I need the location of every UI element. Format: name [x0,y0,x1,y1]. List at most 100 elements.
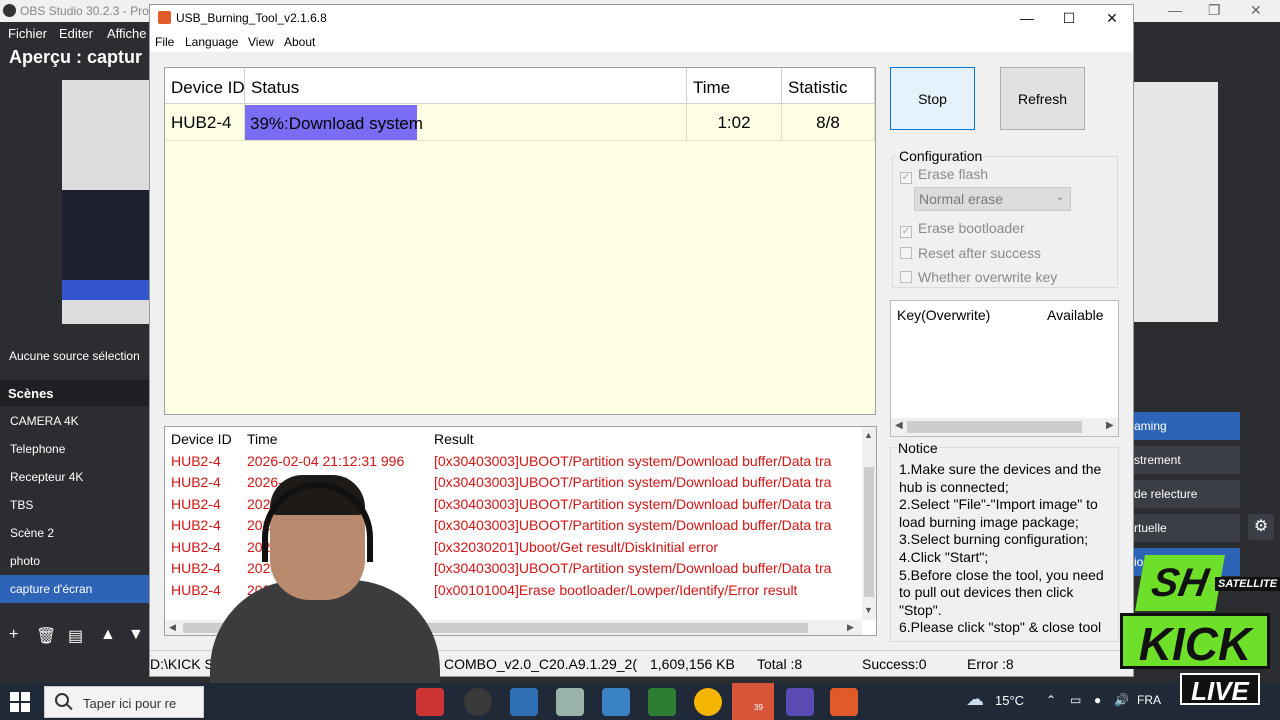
obs-taskbar-icon[interactable] [464,688,492,716]
taskbar: Taper ici pour re 39 ☁ 15°C ⌃ ▭ ● 🔊 FRA [0,683,1280,720]
obs-preview-label: Aperçu : captur [9,47,143,67]
obs-streaming-label: aming [1134,419,1167,433]
col-status[interactable]: Status [245,68,687,104]
erase-flash-checkbox[interactable]: ✓ [900,172,912,184]
filter-icon[interactable]: ▤ [68,626,83,646]
usb-burning-tool-taskbar-icon[interactable] [830,688,858,716]
scene-item[interactable]: Telephone [0,435,150,463]
weather-icon[interactable]: ☁ [966,689,984,710]
scene-item[interactable]: Recepteur 4K [0,463,150,491]
taskbar-app-icon[interactable] [416,688,444,716]
col-device-id[interactable]: Device ID [165,68,245,104]
scroll-down-icon[interactable]: ▼ [864,605,873,615]
status-text: 39%:Download system [250,114,423,133]
stop-button[interactable]: Stop [890,67,975,130]
move-down-icon[interactable]: ▼ [128,626,144,644]
image-name: COMBO_v2.0_C20.A9.1.29_2( [444,656,637,672]
microphone-icon[interactable]: ● [1094,693,1101,707]
add-icon[interactable]: + [9,626,18,644]
scroll-left-icon[interactable]: ◀ [169,622,176,633]
scene-item[interactable]: TBS [0,491,150,519]
taskbar-search[interactable]: Taper ici pour re [44,686,204,718]
scene-item-selected[interactable]: capture d'écran [0,575,150,603]
gear-icon[interactable]: ⚙ [1248,514,1274,540]
obs-scene-tools: + 🗑 ▤ ▲ ▼ [0,622,150,650]
total-count: Total :8 [757,656,803,672]
key-table[interactable]: Key(Overwrite) Available ◀ ▶ [890,300,1119,437]
notice-line: 6.Please click "stop" & close tool [899,619,1102,636]
windows-start-icon[interactable] [10,692,30,712]
obs-replay-label: de relecture [1134,487,1198,501]
maximize-icon[interactable]: ☐ [1047,7,1091,29]
scrollbar-thumb[interactable] [864,467,874,597]
reset-after-success-option[interactable]: Reset after success [900,245,1041,261]
chrome-icon[interactable] [694,688,722,716]
chevron-down-icon: ⌄ [1055,192,1064,203]
obs-virtualcam-button[interactable]: rtuelle [1134,514,1240,542]
log-vscrollbar[interactable]: ▲ ▼ [862,427,876,620]
overwrite-key-option[interactable]: Whether overwrite key [900,269,1057,285]
device-list[interactable]: Device ID Status Time Statistic HUB2-4 1… [164,67,876,415]
obs-streaming-button[interactable]: aming [1134,412,1240,440]
col-statistic[interactable]: Statistic [782,68,875,104]
erase-mode-select[interactable]: Normal erase ⌄ [914,187,1071,211]
move-up-icon[interactable]: ▲ [100,626,116,644]
obs-preview-thumbnail [62,80,152,324]
taskbar-app-icon[interactable] [786,688,814,716]
log-row[interactable]: HUB2-4 2026-02-04 21:12:31 996 [0x304030… [165,450,865,471]
telegram-icon[interactable]: 39 [732,683,774,720]
overwrite-key-checkbox[interactable] [900,271,912,283]
scrollbar-thumb[interactable] [907,421,1082,433]
search-placeholder: Taper ici pour re [83,696,177,711]
close-icon[interactable]: ✕ [1090,7,1134,29]
scene-item[interactable]: photo [0,547,150,575]
col-key[interactable]: Key(Overwrite) [891,301,990,327]
trash-icon[interactable]: 🗑 [36,626,56,646]
calculator-icon[interactable] [602,688,630,716]
scene-item[interactable]: CAMERA 4K [0,407,150,435]
obs-menu-file[interactable]: Fichier [8,26,47,41]
menu-file[interactable]: File [155,35,174,49]
obs-replay-button[interactable]: de relecture [1134,480,1240,508]
scroll-right-icon[interactable]: ▶ [847,622,854,633]
log-col-time[interactable]: Time [247,431,278,447]
scene-item[interactable]: Scène 2 [0,519,150,547]
key-table-hscrollbar[interactable]: ◀ ▶ [891,418,1118,436]
obs-maximize-icon[interactable]: ❐ [1208,2,1221,19]
scroll-left-icon[interactable]: ◀ [895,420,903,431]
erase-flash-option[interactable]: ✓ Erase flash [900,166,988,184]
taskbar-app-icon[interactable] [556,688,584,716]
log-device-id: HUB2-4 [171,453,221,469]
col-time[interactable]: Time [687,68,782,104]
erase-bootloader-option[interactable]: ✓ Erase bootloader [900,220,1025,238]
obs-app-icon [3,4,16,17]
scroll-right-icon[interactable]: ▶ [1106,420,1114,431]
erase-bootloader-checkbox[interactable]: ✓ [900,226,912,238]
network-icon[interactable]: ▭ [1070,693,1081,707]
log-col-device-id[interactable]: Device ID [171,431,232,447]
log-result: [0x32030201]Uboot/Get result/DiskInitial… [434,539,719,555]
scroll-up-icon[interactable]: ▲ [864,430,873,440]
refresh-button[interactable]: Refresh [1000,67,1085,130]
chevron-up-icon[interactable]: ⌃ [1046,693,1056,707]
menu-about[interactable]: About [284,35,315,49]
taskbar-app-icon[interactable] [648,688,676,716]
obs-menu-view[interactable]: Affiche [107,26,147,41]
notice-title: Notice [897,440,939,456]
weather-temp[interactable]: 15°C [995,693,1024,708]
obs-recording-button[interactable]: strement [1134,446,1240,474]
log-col-result[interactable]: Result [434,431,474,447]
minimize-icon[interactable]: — [1005,7,1049,29]
log-header: Device ID Time Result [165,427,865,449]
taskbar-app-icon[interactable] [510,688,538,716]
overwrite-key-label: Whether overwrite key [918,269,1058,285]
menu-view[interactable]: View [248,35,274,49]
menu-language[interactable]: Language [185,35,238,49]
obs-close-icon[interactable]: ✕ [1250,2,1262,19]
erase-flash-label: Erase flash [918,166,989,182]
col-available[interactable]: Available [1041,301,1104,327]
obs-menu-edit[interactable]: Editer [59,26,93,41]
configuration-title: Configuration [897,148,985,164]
obs-minimize-icon[interactable]: — [1168,2,1182,18]
reset-after-success-checkbox[interactable] [900,247,912,259]
